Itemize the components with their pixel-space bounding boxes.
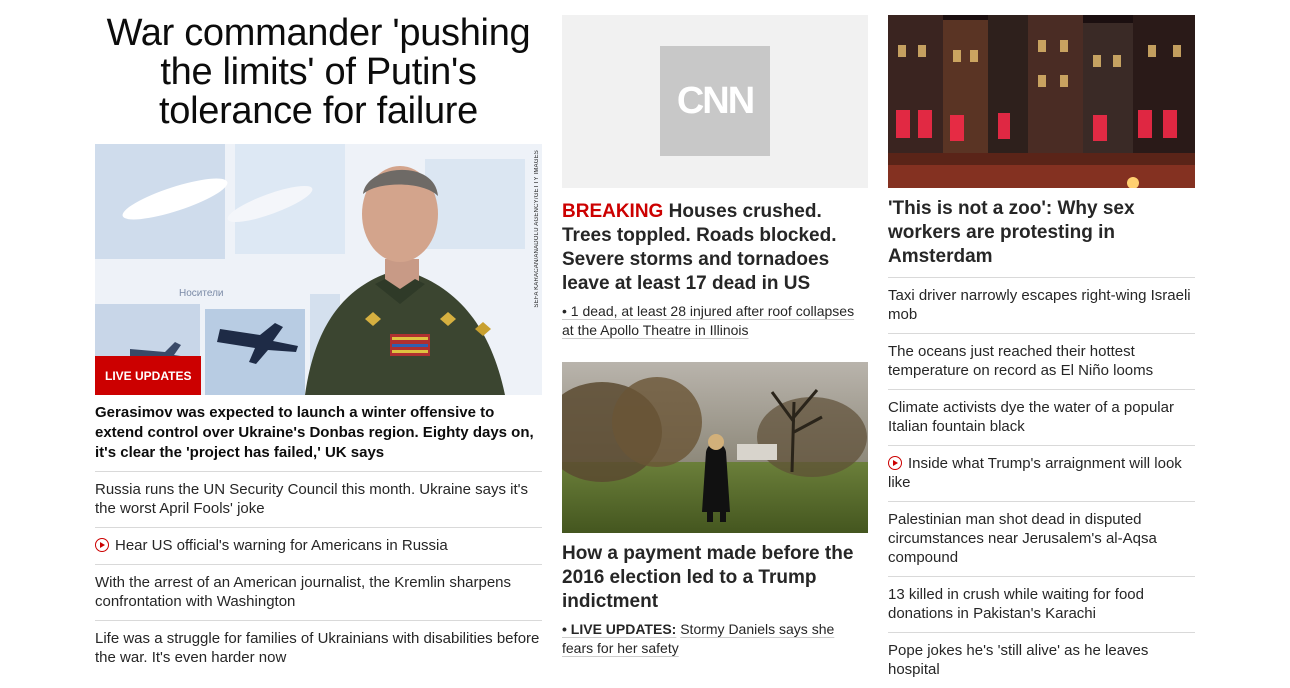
list-item[interactable]: Climate activists dye the water of a pop… <box>888 389 1195 445</box>
photo-credit: SEFA KARACAN/ANADOLU AGENCY/GETTY IMAGES <box>534 150 540 308</box>
live-updates-badge[interactable]: LIVE UPDATES <box>95 356 202 395</box>
hero-image[interactable]: Носители SEFA KARACAN/ANADOLU AGENCY/GET… <box>95 144 542 395</box>
list-item[interactable]: Hear US official's warning for Americans… <box>95 527 542 564</box>
svg-text:Носители: Носители <box>179 288 224 299</box>
breaking-label: BREAKING <box>562 201 664 222</box>
trump-story-headline[interactable]: How a payment made before the 2016 elect… <box>562 542 868 614</box>
cnn-placeholder-image[interactable]: CNN <box>562 15 868 188</box>
list-item-text: Life was a struggle for families of Ukra… <box>95 630 540 666</box>
list-item[interactable]: The oceans just reached their hottest te… <box>888 333 1195 389</box>
list-item-text: Palestinian man shot dead in disputed ci… <box>888 511 1157 566</box>
list-item[interactable]: Inside what Trump's arraignment will loo… <box>888 445 1195 501</box>
live-updates-prefix: • LIVE UPDATES: <box>562 621 677 637</box>
trump-story-image[interactable] <box>562 362 868 533</box>
hero-headline[interactable]: War commander 'pushing the limits' of Pu… <box>95 14 542 131</box>
list-item-text: Climate activists dye the water of a pop… <box>888 399 1174 435</box>
list-item-text: 13 killed in crush while waiting for foo… <box>888 586 1144 622</box>
trump-story-subheadline[interactable]: • LIVE UPDATES: Stormy Daniels says she … <box>562 620 868 658</box>
amsterdam-night-photo <box>888 15 1195 188</box>
list-item[interactable]: 13 killed in crush while waiting for foo… <box>888 576 1195 632</box>
lead-story-headline[interactable]: Gerasimov was expected to launch a winte… <box>95 403 542 463</box>
breaking-subheadline[interactable]: • 1 dead, at least 28 injured after roof… <box>562 302 868 340</box>
list-item[interactable]: Taxi driver narrowly escapes right-wing … <box>888 277 1195 333</box>
list-item-text: With the arrest of an American journalis… <box>95 574 512 610</box>
breaking-headline[interactable]: BREAKING Houses crushed. Trees toppled. … <box>562 200 868 296</box>
list-item-text: Taxi driver narrowly escapes right-wing … <box>888 287 1191 323</box>
column-tertiary: 'This is not a zoo': Why sex workers are… <box>888 0 1195 688</box>
column-main-story: War commander 'pushing the limits' of Pu… <box>95 0 542 676</box>
list-item-text: Inside what Trump's arraignment will loo… <box>888 455 1182 491</box>
amsterdam-image[interactable] <box>888 15 1195 188</box>
list-item-text: Russia runs the UN Security Council this… <box>95 481 529 517</box>
list-item[interactable]: With the arrest of an American journalis… <box>95 564 542 620</box>
cnn-logo: CNN <box>676 79 755 122</box>
list-item[interactable]: Palestinian man shot dead in disputed ci… <box>888 501 1195 576</box>
list-item[interactable]: Pope jokes he's 'still alive' as he leav… <box>888 632 1195 688</box>
related-stories-list: Russia runs the UN Security Council this… <box>95 471 542 676</box>
play-video-icon <box>95 538 109 552</box>
column-secondary: CNN BREAKING Houses crushed. Trees toppl… <box>562 0 868 658</box>
more-stories-list: Taxi driver narrowly escapes right-wing … <box>888 277 1195 688</box>
list-item[interactable]: Life was a struggle for families of Ukra… <box>95 620 542 676</box>
list-item-text: The oceans just reached their hottest te… <box>888 343 1154 379</box>
list-item-text: Hear US official's warning for Americans… <box>115 537 448 554</box>
trump-walking-photo <box>562 362 868 533</box>
breaking-sub-link: • 1 dead, at least 28 injured after roof… <box>562 303 855 338</box>
amsterdam-headline[interactable]: 'This is not a zoo': Why sex workers are… <box>888 197 1195 269</box>
list-item[interactable]: Russia runs the UN Security Council this… <box>95 471 542 527</box>
play-video-icon <box>888 456 902 470</box>
cnn-logo-box: CNN <box>660 46 770 156</box>
list-item-text: Pope jokes he's 'still alive' as he leav… <box>888 642 1149 678</box>
